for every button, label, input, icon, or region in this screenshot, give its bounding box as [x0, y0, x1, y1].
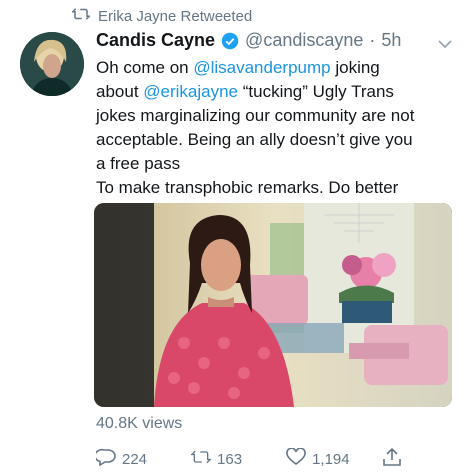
share-button[interactable]	[382, 447, 402, 470]
share-icon	[382, 447, 402, 470]
tweet-actions: 224 163 1,194	[94, 447, 446, 470]
tweet-line-6: To make transphobic remarks. Do better	[96, 178, 399, 197]
retweet-label: Erika Jayne Retweeted	[98, 7, 253, 25]
chevron-down-icon[interactable]	[438, 36, 452, 54]
retweet-action-icon	[190, 448, 212, 470]
reply-button[interactable]: 224	[94, 448, 148, 470]
retweet-count: 163	[217, 450, 243, 468]
mention-lisavanderpump[interactable]: @lisavanderpump	[193, 58, 330, 77]
retweet-button[interactable]: 163	[190, 448, 243, 470]
mention-erikajayne[interactable]: @erikajayne	[143, 82, 238, 101]
tweet-line-2: about @erikajayne “tucking” Ugly Trans	[96, 82, 394, 101]
tweet-text: Oh come on @lisavanderpump joking about …	[96, 56, 468, 200]
tweet-line-5: a free pass	[96, 154, 181, 173]
view-count: 40.8K views	[96, 415, 183, 432]
tweet-header: Candis Cayne @candiscayne · 5h	[96, 30, 401, 51]
tweet-line-4: acceptable. Being an ally doesn’t give y…	[96, 130, 413, 149]
like-button[interactable]: 1,194	[286, 447, 350, 470]
retweet-icon	[70, 7, 92, 25]
retweet-context: Erika Jayne Retweeted	[70, 7, 253, 25]
separator-dot: ·	[369, 30, 376, 50]
reply-count: 224	[122, 450, 148, 468]
tweet-line-3: jokes marginalizing our community are no…	[96, 106, 415, 125]
tweet-media[interactable]	[94, 203, 452, 407]
like-count: 1,194	[312, 450, 350, 468]
verified-icon	[221, 32, 239, 50]
heart-icon	[286, 447, 306, 470]
author-name[interactable]: Candis Cayne	[96, 30, 215, 51]
reply-icon	[94, 448, 116, 470]
author-handle[interactable]: @candiscayne	[245, 30, 363, 51]
tweet-time[interactable]: 5h	[381, 30, 401, 51]
tweet-line-1: Oh come on @lisavanderpump joking	[96, 58, 380, 77]
avatar[interactable]	[20, 32, 84, 96]
